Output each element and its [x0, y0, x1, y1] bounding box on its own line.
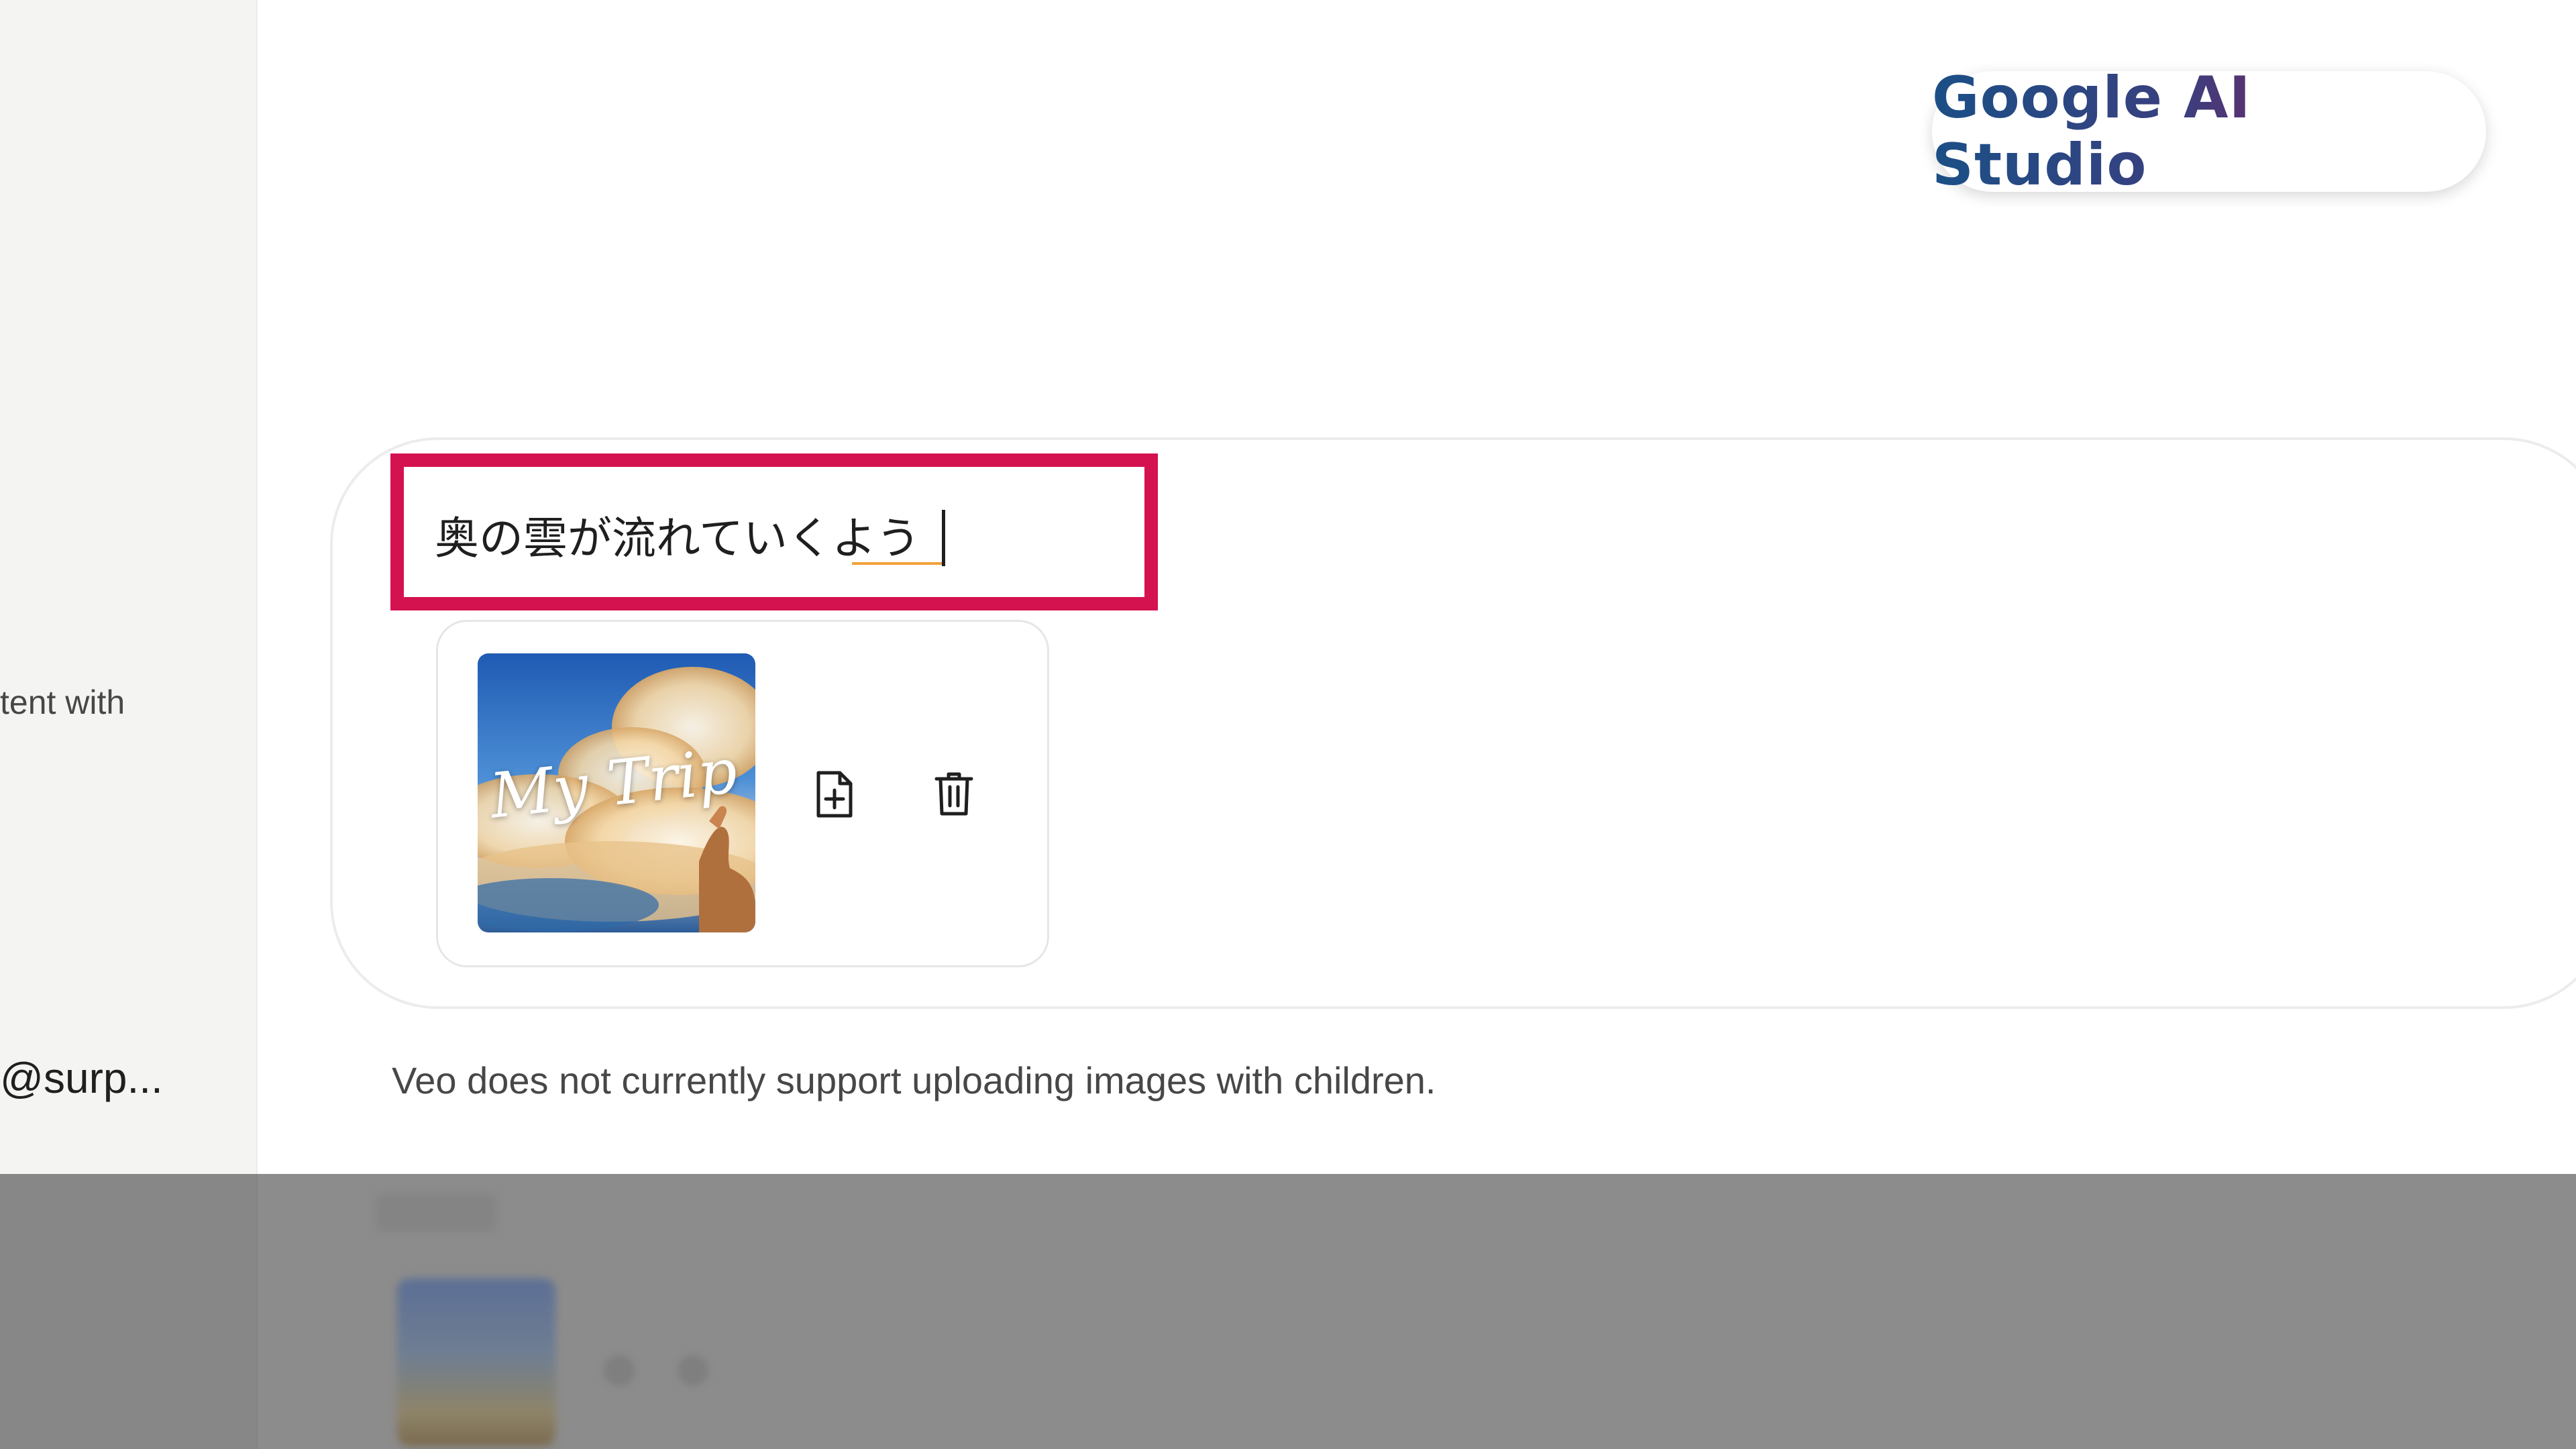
- overlay-icon: [678, 1355, 708, 1386]
- spellcheck-underline: [852, 562, 942, 565]
- overlay-label: [376, 1194, 496, 1232]
- account-label[interactable]: @surp...: [0, 1053, 163, 1103]
- trash-icon: [934, 772, 973, 816]
- attachment-thumbnail[interactable]: My Trip: [478, 653, 755, 932]
- dimmed-overlay: [0, 1174, 2576, 1449]
- brand-title: Google AI Studio: [1932, 64, 2486, 199]
- overlay-icon: [604, 1355, 635, 1386]
- file-add-icon: [816, 771, 853, 818]
- sidebar-text-fragment: tent with: [0, 684, 125, 721]
- brand-badge: Google AI Studio: [1932, 64, 2486, 199]
- overlay-sidebar: [0, 1174, 258, 1449]
- delete-button[interactable]: [920, 761, 987, 828]
- text-caret: [942, 510, 945, 566]
- sidebar: tent with @surp...: [0, 0, 258, 1174]
- upload-notice: Veo does not currently support uploading…: [392, 1059, 1436, 1102]
- overlay-thumbnail: [397, 1279, 555, 1446]
- prompt-input[interactable]: 奥の雲が流れていくよう: [435, 504, 920, 565]
- add-file-button[interactable]: [801, 761, 868, 828]
